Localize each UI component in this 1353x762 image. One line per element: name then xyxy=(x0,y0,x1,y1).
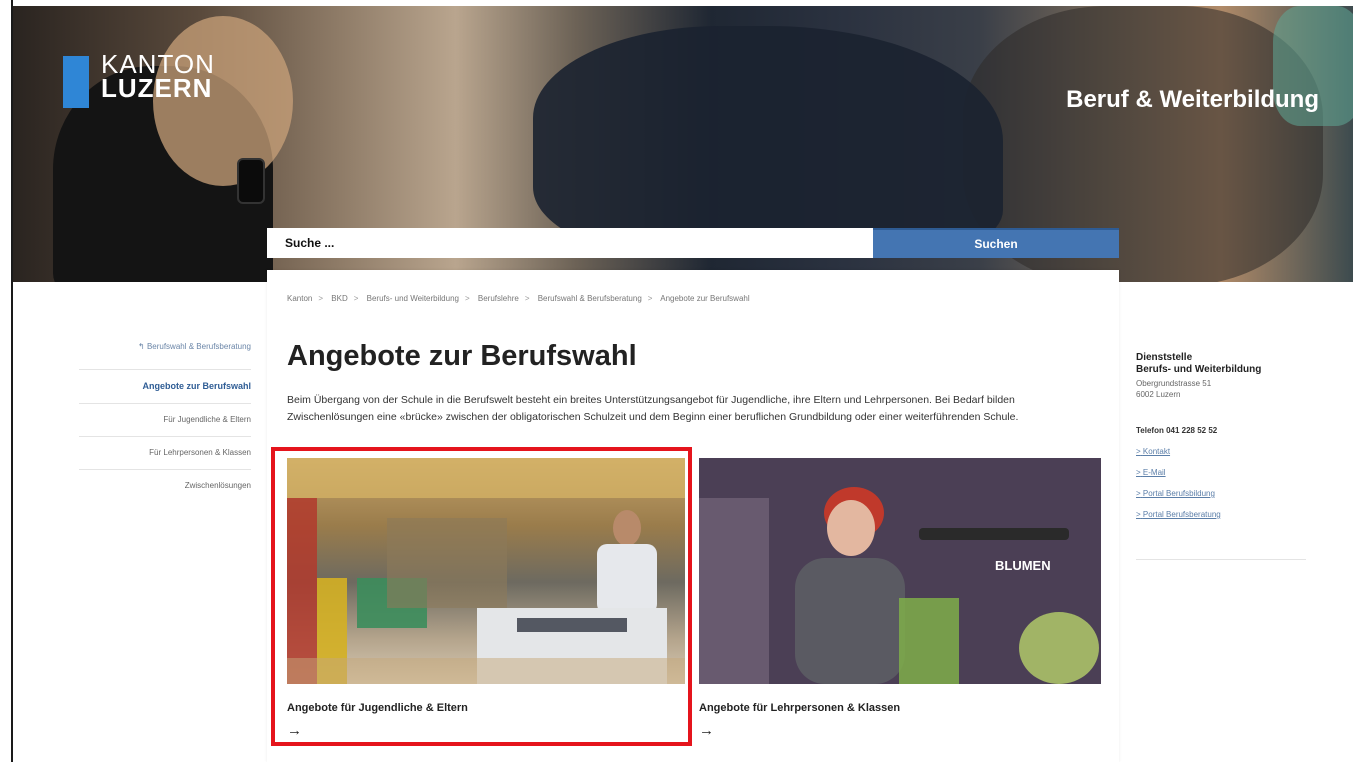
breadcrumb-item[interactable]: Berufswahl & Berufsberatung xyxy=(538,294,642,303)
sidebar-item-zwischenloesungen[interactable]: Zwischenlösungen xyxy=(79,469,251,502)
search-input[interactable] xyxy=(267,228,873,258)
breadcrumb-current: Angebote zur Berufswahl xyxy=(660,294,750,303)
intro-text: Beim Übergang von der Schule in die Beru… xyxy=(287,394,1019,423)
contact-title: Dienststelle Berufs- und Weiterbildung xyxy=(1136,352,1316,376)
kanton-luzern-logo[interactable]: KANTON LUZERN xyxy=(63,51,215,108)
address-street: Obergrundstrasse 51 xyxy=(1136,379,1212,388)
smartwatch-shape xyxy=(237,158,265,204)
breadcrumb-separator: > xyxy=(524,294,530,303)
link-email-label: E-Mail xyxy=(1142,468,1166,477)
breadcrumb-item[interactable]: Berufslehre xyxy=(478,294,519,303)
breadcrumb: Kanton > BKD > Berufs- und Weiterbildung > … xyxy=(287,294,756,303)
link-chevron-icon: > xyxy=(1136,468,1141,477)
address-city: 6002 Luzern xyxy=(1136,390,1181,399)
link-portal-berufsbildung[interactable]: > Portal Berufsbildung xyxy=(1136,489,1316,498)
contact-sidebar: Dienststelle Berufs- und Weiterbildung O… xyxy=(1136,352,1316,560)
link-chevron-icon: > xyxy=(1136,510,1141,519)
hero-photo-shape xyxy=(533,26,1003,256)
link-portal-berufsbildung-label: Portal Berufsbildung xyxy=(1142,489,1215,498)
sidebar-item-angebote[interactable]: Angebote zur Berufswahl xyxy=(79,369,251,403)
back-arrow-icon: ↰ xyxy=(138,342,147,351)
link-chevron-icon: > xyxy=(1136,447,1141,456)
search-bar: Suchen xyxy=(267,228,1119,258)
link-portal-berufsberatung-label: Portal Berufsberatung xyxy=(1142,510,1221,519)
breadcrumb-item[interactable]: Berufs- und Weiterbildung xyxy=(367,294,459,303)
contact-title-line1: Dienststelle xyxy=(1136,352,1193,363)
blumen-sign-text: BLUMEN xyxy=(995,558,1051,573)
link-chevron-icon: > xyxy=(1136,489,1141,498)
card-image-florist[interactable]: BLUMEN xyxy=(699,458,1101,684)
breadcrumb-separator: > xyxy=(647,294,653,303)
link-kontakt-label: Kontakt xyxy=(1142,447,1171,456)
highlight-box xyxy=(271,447,692,746)
contact-phone[interactable]: Telefon 041 228 52 52 xyxy=(1136,426,1316,435)
divider xyxy=(1136,559,1306,560)
link-email[interactable]: > E-Mail xyxy=(1136,468,1316,477)
logo-text: KANTON LUZERN xyxy=(101,51,215,103)
breadcrumb-separator: > xyxy=(464,294,470,303)
sidebar-item-lehrpersonen[interactable]: Für Lehrpersonen & Klassen xyxy=(79,436,251,469)
sidebar-back-link[interactable]: ↰ Berufswahl & Berufsberatung xyxy=(79,334,251,369)
breadcrumb-item[interactable]: Kanton xyxy=(287,294,312,303)
department-title[interactable]: Beruf & Weiterbildung xyxy=(1066,86,1319,114)
page-title: Angebote zur Berufswahl xyxy=(287,340,637,372)
search-button[interactable]: Suchen xyxy=(873,228,1119,258)
sidebar-back-label: Berufswahl & Berufsberatung xyxy=(146,342,251,351)
breadcrumb-item[interactable]: BKD xyxy=(331,294,347,303)
sidebar-nav: ↰ Berufswahl & Berufsberatung Angebote z… xyxy=(79,334,251,502)
card-lehrpersonen-klassen[interactable]: BLUMEN Angebote für Lehrpersonen & Klass… xyxy=(699,458,1101,739)
breadcrumb-separator: > xyxy=(318,294,324,303)
card-title-lehrpersonen[interactable]: Angebote für Lehrpersonen & Klassen xyxy=(699,702,1101,714)
logo-line-luzern: LUZERN xyxy=(101,73,213,103)
sidebar-item-jugendliche[interactable]: Für Jugendliche & Eltern xyxy=(79,403,251,436)
contact-title-line2: Berufs- und Weiterbildung xyxy=(1136,364,1262,375)
link-kontakt[interactable]: > Kontakt xyxy=(1136,447,1316,456)
logo-bar-icon xyxy=(63,56,89,108)
link-portal-berufsberatung[interactable]: > Portal Berufsberatung xyxy=(1136,510,1316,519)
breadcrumb-separator: > xyxy=(353,294,359,303)
arrow-right-icon[interactable]: → xyxy=(699,722,1101,739)
contact-address: Obergrundstrasse 51 6002 Luzern xyxy=(1136,378,1316,400)
florist-photo: BLUMEN xyxy=(699,458,1101,684)
